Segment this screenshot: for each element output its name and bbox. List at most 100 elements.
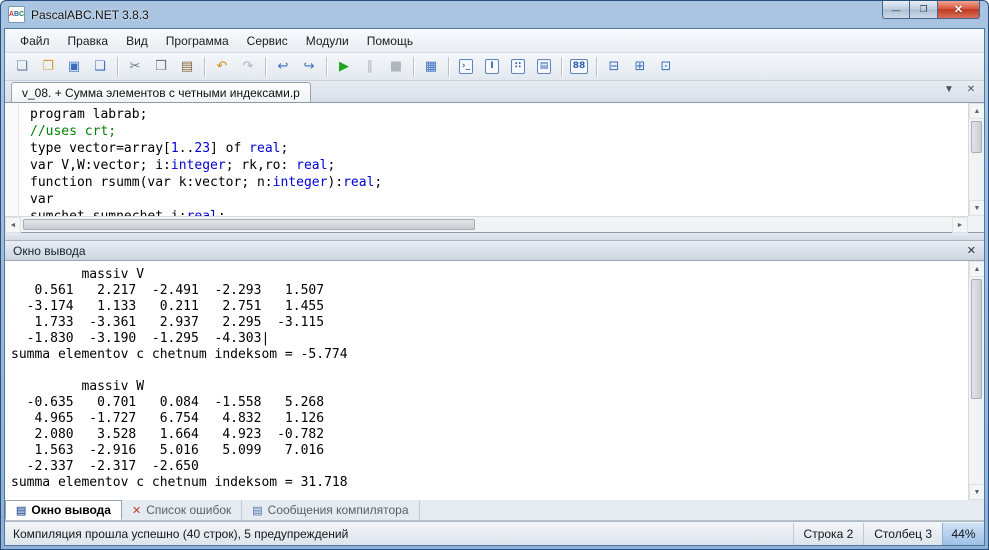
editor-vertical-scrollbar[interactable]: ▲ ▼: [968, 103, 984, 216]
window-controls: — ❐ ✕: [882, 1, 980, 19]
output-panel-header: Окно вывода ✕: [5, 241, 984, 261]
toolbar-separator: [561, 57, 562, 77]
client-area: ФайлПравкаВидПрограммаСервисМодулиПомощь…: [4, 28, 985, 546]
scroll-up-icon[interactable]: ▲: [969, 261, 984, 277]
scroll-down-icon[interactable]: ▼: [969, 200, 985, 216]
caret-line-indicator: Строка 2: [793, 523, 864, 545]
output-vscroll-thumb[interactable]: [971, 279, 982, 399]
window-title: PascalABC.NET 3.8.3: [31, 8, 149, 22]
window-layout-left-icon: ⊟: [609, 60, 620, 73]
toolbar-separator: [413, 57, 414, 77]
output-window[interactable]: massiv V 0.561 2.217 -2.491 -2.293 1.507…: [5, 261, 984, 500]
modules-window-button[interactable]: 88: [567, 55, 591, 78]
interpreter-window-button[interactable]: I: [480, 55, 504, 78]
menu-item[interactable]: Файл: [11, 30, 59, 52]
tab-error-list[interactable]: ✕Список ошибок: [122, 500, 242, 520]
code-line: sumchet,sumnechet,i:real;: [30, 208, 968, 216]
run-button[interactable]: ▶: [332, 55, 356, 78]
tab-label: Сообщения компилятора: [268, 503, 409, 517]
title-bar: ABC PascalABC.NET 3.8.3 — ❐ ✕: [4, 1, 985, 28]
pause-icon: ∥: [367, 60, 374, 73]
stop-button[interactable]: ■: [384, 55, 408, 78]
menu-item[interactable]: Сервис: [238, 30, 297, 52]
menu-item[interactable]: Помощь: [358, 30, 422, 52]
scroll-down-icon[interactable]: ▼: [969, 484, 984, 500]
description-window-icon: ▤: [537, 59, 552, 74]
app-icon: ABC: [8, 6, 25, 23]
tab-compiler-messages[interactable]: ▤ Сообщения компилятора: [242, 500, 419, 520]
tab-list-dropdown-icon[interactable]: ▼: [942, 84, 956, 95]
tab-close-icon[interactable]: ✕: [964, 84, 978, 95]
caret-column-indicator: Столбец 3: [863, 523, 942, 545]
open-file-button[interactable]: ❐: [36, 55, 60, 78]
redo-icon: ↷: [243, 60, 254, 73]
run-icon: ▶: [339, 60, 349, 73]
scroll-up-icon[interactable]: ▲: [969, 103, 985, 119]
document-tab[interactable]: v_08. + Сумма элементов с четными индекс…: [11, 82, 311, 102]
code-line: type vector=array[1..23] of real;: [30, 140, 968, 157]
code-lines[interactable]: program labrab;//uses crt;type vector=ar…: [20, 103, 968, 216]
code-line: function rsumm(var k:vector; n:integer):…: [30, 174, 968, 191]
tab-label: Окно вывода: [31, 503, 111, 517]
menu-item[interactable]: Программа: [157, 30, 238, 52]
menu-item[interactable]: Модули: [297, 30, 358, 52]
output-panel-title: Окно вывода: [13, 244, 967, 258]
compiler-messages-icon: ▤: [252, 504, 262, 517]
code-line: program labrab;: [30, 106, 968, 123]
scroll-right-icon[interactable]: ►: [952, 217, 968, 233]
maximize-button[interactable]: ❐: [910, 1, 938, 19]
output-vertical-scrollbar[interactable]: ▲ ▼: [968, 261, 984, 500]
paste-button[interactable]: ▤: [175, 55, 199, 78]
paste-icon: ▤: [181, 60, 193, 73]
zoom-level-indicator[interactable]: 44%: [942, 523, 984, 545]
close-button[interactable]: ✕: [938, 1, 980, 19]
nav-forward-button[interactable]: ↪: [297, 55, 321, 78]
document-tab-label: v_08. + Сумма элементов с четными индекс…: [22, 86, 300, 100]
tab-output-window[interactable]: ▤ Окно вывода: [5, 500, 122, 520]
bottom-tab-bar: ▤ Окно вывода ✕Список ошибок ▤ Сообщения ком…: [5, 500, 984, 521]
menu-item[interactable]: Вид: [117, 30, 157, 52]
parts-window-icon: ∷: [511, 59, 525, 74]
calculator-icon: ▦: [425, 60, 437, 73]
description-window-button[interactable]: ▤: [532, 55, 556, 78]
output-window-icon: ▤: [16, 504, 26, 517]
nav-back-icon: ↩: [278, 60, 289, 73]
editor-vscroll-thumb[interactable]: [971, 121, 982, 153]
toolbar-separator: [117, 57, 118, 77]
pause-button[interactable]: ∥: [358, 55, 382, 78]
undo-button[interactable]: ↶: [210, 55, 234, 78]
interpreter-window-icon: I: [485, 59, 499, 74]
window-layout-float-icon: ⊡: [661, 60, 672, 73]
copy-button[interactable]: ❒: [149, 55, 173, 78]
new-file-button[interactable]: ❏: [10, 55, 34, 78]
calculator-button[interactable]: ▦: [419, 55, 443, 78]
code-editor[interactable]: program labrab;//uses crt;type vector=ar…: [5, 103, 984, 233]
window-layout-bottom-icon: ⊞: [635, 60, 646, 73]
console-window-button[interactable]: ›_: [454, 55, 478, 78]
toolbar-separator: [596, 57, 597, 77]
nav-forward-icon: ↪: [304, 60, 315, 73]
error-list-icon: ✕: [132, 504, 141, 517]
parts-window-button[interactable]: ∷: [506, 55, 530, 78]
output-close-icon[interactable]: ✕: [967, 244, 976, 257]
cut-button[interactable]: ✂: [123, 55, 147, 78]
save-all-button[interactable]: ❑: [88, 55, 112, 78]
window-layout-bottom-button[interactable]: ⊞: [628, 55, 652, 78]
toolbar-separator: [448, 57, 449, 77]
nav-back-button[interactable]: ↩: [271, 55, 295, 78]
app-window: ABC PascalABC.NET 3.8.3 — ❐ ✕ ФайлПравка…: [0, 0, 989, 550]
editor-horizontal-scrollbar[interactable]: ◄ ►: [5, 216, 968, 232]
window-layout-float-button[interactable]: ⊡: [654, 55, 678, 78]
editor-output-splitter[interactable]: [5, 233, 984, 241]
document-tab-bar: v_08. + Сумма элементов с четными индекс…: [5, 81, 984, 103]
output-text: massiv V 0.561 2.217 -2.491 -2.293 1.507…: [11, 267, 964, 500]
menu-item[interactable]: Правка: [59, 30, 118, 52]
editor-hscroll-thumb[interactable]: [23, 219, 475, 230]
save-file-button[interactable]: ▣: [62, 55, 86, 78]
scroll-left-icon[interactable]: ◄: [5, 217, 21, 233]
minimize-button[interactable]: —: [882, 1, 910, 19]
window-layout-left-button[interactable]: ⊟: [602, 55, 626, 78]
new-file-icon: ❏: [16, 60, 28, 73]
console-window-icon: ›_: [459, 59, 473, 74]
redo-button[interactable]: ↷: [236, 55, 260, 78]
